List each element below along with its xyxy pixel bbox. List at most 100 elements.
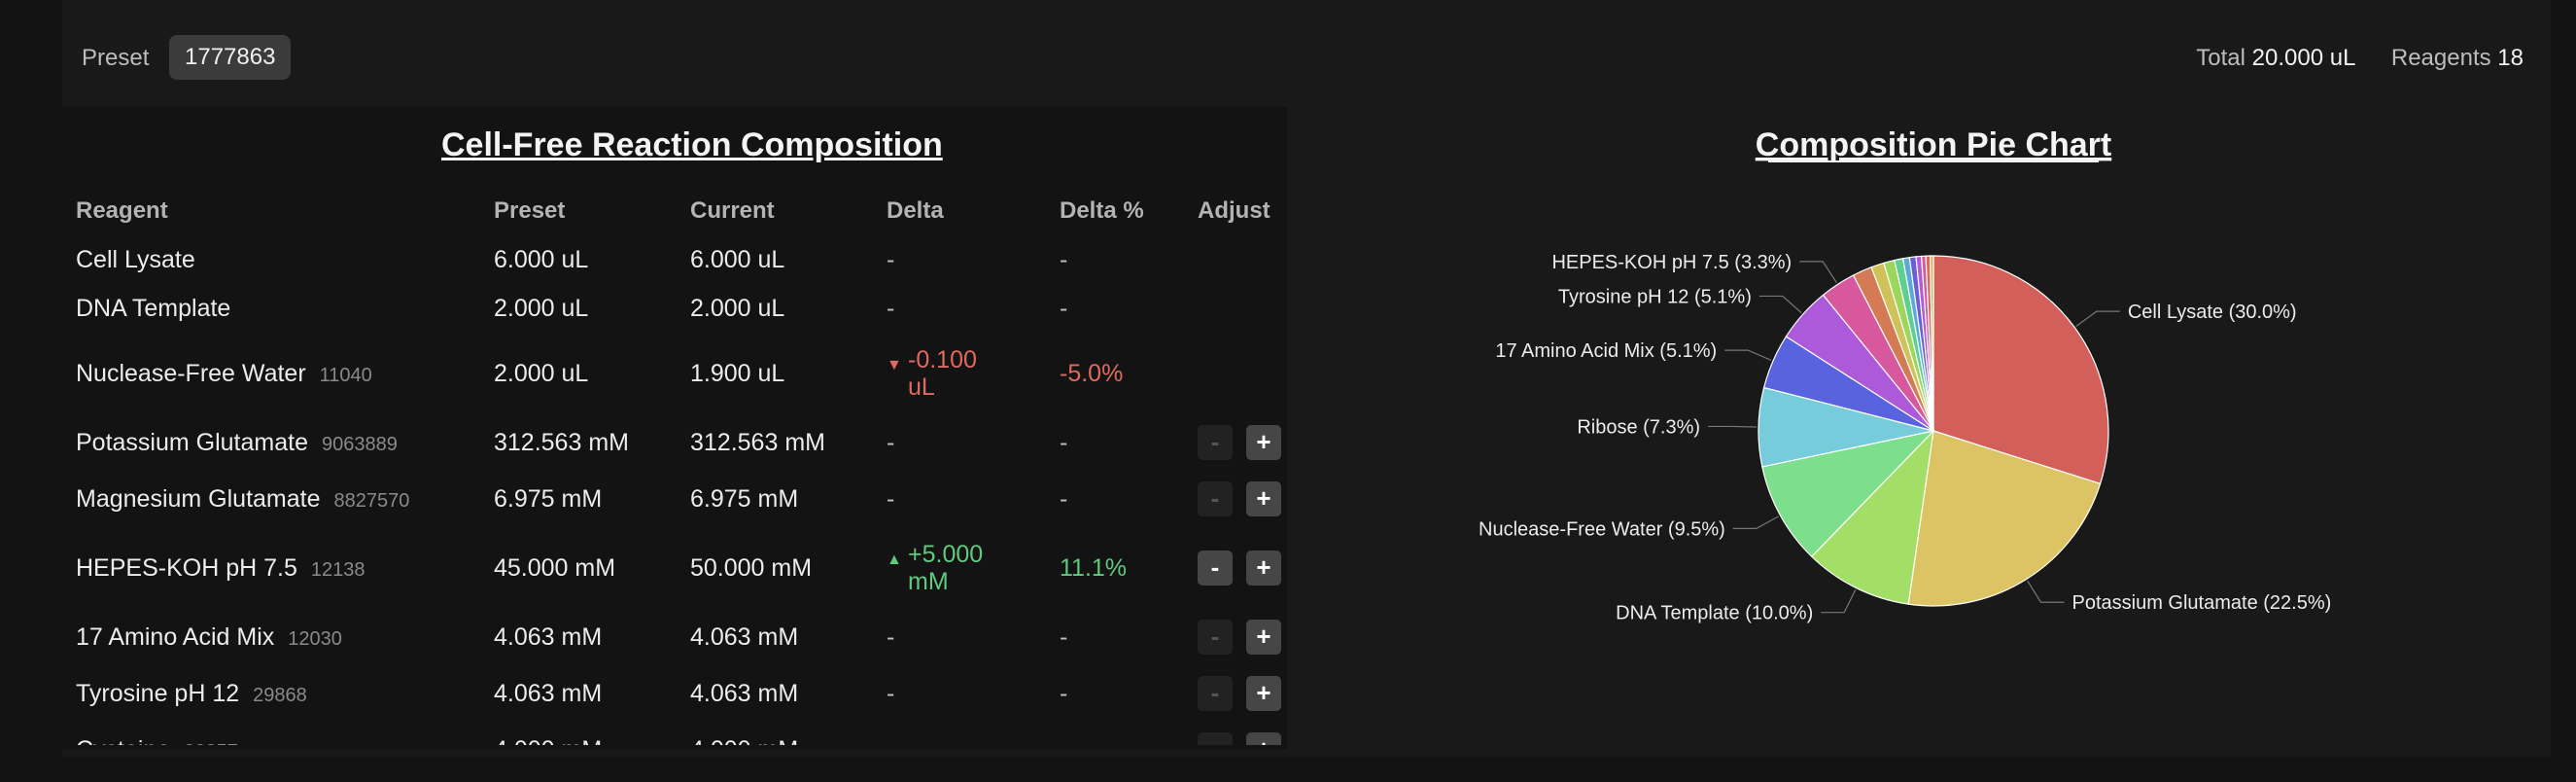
- preset-amount: 4.063 mM: [494, 679, 603, 707]
- reagent-name: HEPES-KOH pH 7.5: [76, 553, 297, 582]
- reagent-name: Cell Lysate: [76, 245, 195, 273]
- delta-value: -: [887, 736, 894, 745]
- catalog-number: 12138: [310, 558, 366, 581]
- increase-button[interactable]: +: [1246, 481, 1281, 516]
- catalog-number: 8827570: [333, 489, 410, 512]
- delta-cell: -: [873, 235, 1046, 284]
- current-amount: 4.063 mM: [690, 622, 799, 651]
- reagent-cell: Cysteine 29857: [62, 722, 480, 746]
- reagent-name: Magnesium Glutamate: [76, 484, 321, 513]
- reagent-name: Cysteine: [76, 736, 170, 746]
- table-row: Nuclease-Free Water 11040 2.000 uL 1.900 uL…: [62, 333, 1287, 414]
- decrease-button[interactable]: -: [1198, 481, 1233, 516]
- table-row: Cell Lysate 6.000 uL 6.000 uL - -: [62, 235, 1287, 284]
- reagent-cell: Cell Lysate: [62, 235, 480, 284]
- total-label: Total: [2196, 45, 2245, 71]
- table-header-row: Reagent Preset Current Delta Delta % Adjust: [62, 187, 1287, 235]
- delta-value: +5.000 mM: [908, 541, 984, 595]
- adjust-cell: -+: [1184, 722, 1287, 745]
- pie-slice-label: Cell Lysate (30.0%): [2128, 302, 2297, 323]
- delta-cell: -: [873, 665, 1046, 722]
- adjust-cell: -+: [1184, 527, 1287, 609]
- preset-amount: 45.000 mM: [494, 553, 616, 582]
- catalog-number: 12030: [288, 627, 342, 650]
- pie-slices: [1758, 255, 2109, 607]
- increase-button[interactable]: +: [1246, 620, 1281, 655]
- adjust-cell: [1184, 284, 1287, 333]
- decrease-button[interactable]: -: [1198, 732, 1233, 745]
- preset-bar: Preset 1777863 Total 20.000 uL Reagents …: [62, 23, 2551, 93]
- preset-amount: 312.563 mM: [494, 428, 629, 456]
- pie-label-leader: [1821, 589, 1857, 614]
- reagents-count: 18: [2497, 45, 2524, 71]
- delta-value: -: [887, 680, 895, 707]
- current-amount: 1.900 uL: [690, 359, 785, 387]
- pie-label-leader: [2075, 310, 2120, 327]
- reagent-cell: Tyrosine pH 12 29868: [62, 665, 480, 722]
- increase-button[interactable]: +: [1246, 676, 1281, 711]
- reagent-name: Nuclease-Free Water: [76, 359, 306, 387]
- reagents-label: Reagents: [2390, 45, 2491, 71]
- preset-selector[interactable]: 1777863: [169, 35, 292, 80]
- decrease-button[interactable]: -: [1198, 551, 1233, 586]
- delta-percent: -: [1060, 622, 1068, 651]
- delta-cell: ▲ +5.000 mM: [873, 527, 1046, 609]
- catalog-number: 29868: [253, 684, 307, 706]
- decrease-button[interactable]: -: [1198, 676, 1233, 711]
- reagent-name: DNA Template: [76, 294, 231, 322]
- increase-button[interactable]: +: [1246, 551, 1281, 586]
- total-value: 20.000 uL: [2251, 45, 2355, 71]
- delta-cell: -: [873, 414, 1046, 471]
- table-title: Cell-Free Reaction Composition: [441, 126, 943, 163]
- preset-amount: 6.000 uL: [494, 245, 589, 273]
- reagent-cell: Potassium Glutamate 9063889: [62, 414, 480, 471]
- delta-cell: -: [873, 722, 1046, 745]
- delta-percent: 11.1%: [1060, 553, 1128, 582]
- adjust-cell: [1184, 235, 1287, 284]
- composition-table: Reagent Preset Current Delta Delta % Adjust C…: [62, 187, 1287, 745]
- decrease-button[interactable]: -: [1198, 425, 1233, 460]
- delta-value: -: [887, 429, 895, 456]
- delta-value: -: [887, 246, 895, 273]
- column-header-reagent: Reagent: [76, 197, 168, 224]
- delta-percent: -: [1060, 294, 1068, 322]
- arrow-up-icon: ▲: [887, 551, 902, 568]
- table-row: HEPES-KOH pH 7.5 12138 45.000 mM 50.000 mM ▲…: [62, 527, 1287, 609]
- pie-slice-label: Nuclease-Free Water (9.5%): [1479, 518, 1725, 540]
- delta-percent: -: [1060, 245, 1068, 273]
- pie-label-leader: [1732, 515, 1779, 530]
- pie-label-leader: [2027, 580, 2065, 603]
- pie-label-leader: [1708, 425, 1758, 428]
- decrease-button[interactable]: -: [1198, 620, 1233, 655]
- reagent-cell: HEPES-KOH pH 7.5 12138: [62, 527, 480, 609]
- table-row: 17 Amino Acid Mix 12030 4.063 mM 4.063 mM - -…: [62, 609, 1287, 665]
- preset-amount: 6.975 mM: [494, 484, 603, 513]
- preset-amount: 2.000 uL: [494, 294, 589, 322]
- preset-amount: 2.000 uL: [494, 359, 589, 387]
- pie-slice-label: Potassium Glutamate (22.5%): [2072, 592, 2332, 614]
- pie-slice-label: DNA Template (10.0%): [1616, 603, 1813, 624]
- table-scroll-area[interactable]: Reagent Preset Current Delta Delta % Adjust C…: [62, 187, 1287, 745]
- reagent-cell: Magnesium Glutamate 8827570: [62, 471, 480, 527]
- reagent-name: Potassium Glutamate: [76, 428, 308, 456]
- delta-cell: -: [873, 609, 1046, 665]
- preset-amount: 4.000 mM: [480, 722, 677, 746]
- pie-slice-label: HEPES-KOH pH 7.5 (3.3%): [1551, 252, 1792, 273]
- delta-percent: -: [1060, 679, 1068, 707]
- column-header-current: Current: [690, 197, 775, 224]
- current-amount: 6.000 uL: [690, 245, 785, 273]
- increase-button[interactable]: +: [1246, 425, 1281, 460]
- column-header-preset: Preset: [494, 197, 566, 224]
- adjust-cell: -+: [1184, 471, 1287, 527]
- composition-pie-chart: Composition Pie Chart Cell Lysate (30.0%…: [1479, 126, 2332, 624]
- current-amount: 2.000 uL: [690, 294, 785, 322]
- delta-value: -: [887, 485, 895, 513]
- reagent-cell: 17 Amino Acid Mix 12030: [62, 609, 480, 665]
- increase-button[interactable]: +: [1246, 732, 1281, 745]
- adjust-cell: -+: [1184, 609, 1287, 665]
- column-header-delta: Delta %: [1060, 197, 1144, 224]
- composition-table-section: Cell-Free Reaction Composition Reagent Pr…: [62, 107, 1287, 749]
- reagent-cell: DNA Template: [62, 284, 480, 333]
- table-row: Potassium Glutamate 9063889 312.563 mM 312.…: [62, 414, 1287, 471]
- delta-percent: -: [1060, 428, 1068, 456]
